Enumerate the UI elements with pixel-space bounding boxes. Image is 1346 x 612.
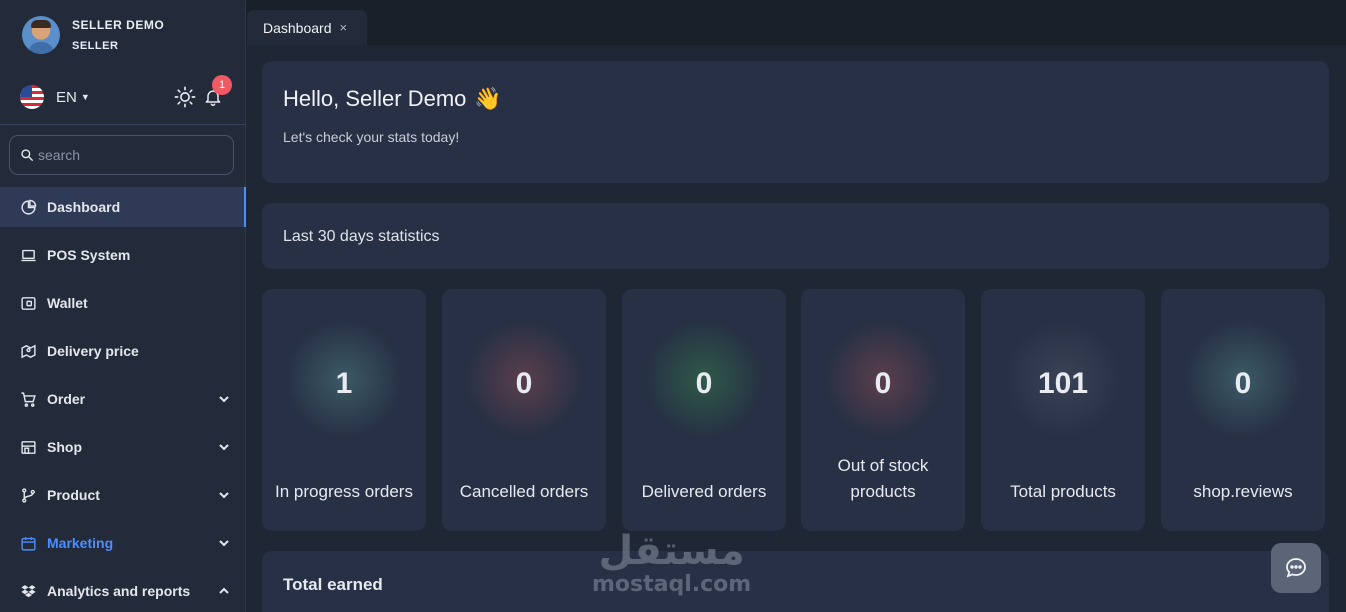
sidebar-item-delivery-price[interactable]: Delivery price (0, 331, 246, 371)
search-input[interactable] (38, 147, 218, 163)
stat-label: In progress orders (275, 482, 413, 501)
tab-dashboard[interactable]: Dashboard × (247, 10, 367, 45)
stat-label: shop.reviews (1193, 482, 1293, 501)
sidebar-item-label: POS System (47, 247, 131, 263)
sidebar-item-wallet[interactable]: Wallet (0, 283, 246, 323)
map-pin-icon (21, 344, 36, 358)
divider (0, 124, 246, 125)
stat-card-out-of-stock[interactable]: 0 Out of stock products (801, 289, 965, 531)
sidebar-item-order[interactable]: Order (0, 379, 246, 419)
stat-value: 1 (335, 367, 353, 400)
sidebar-item-label: Order (47, 391, 86, 407)
laptop-icon (21, 249, 36, 261)
sidebar-item-label: Marketing (47, 535, 114, 551)
user-profile[interactable]: SELLER DEMO SELLER (22, 16, 164, 54)
stat-value: 0 (515, 367, 533, 400)
sidebar-item-label: Shop (47, 439, 82, 455)
chevron-down-icon[interactable] (218, 489, 230, 501)
sidebar-item-marketing[interactable]: Marketing (0, 523, 246, 563)
language-row: EN ▼ 1 (20, 75, 232, 110)
stats-header-card: Last 30 days statistics (262, 203, 1329, 269)
watermark-logo: مستقل mostaql.com (592, 530, 751, 598)
sidebar-item-dashboard[interactable]: Dashboard (0, 187, 246, 227)
chevron-down-icon[interactable] (218, 441, 230, 453)
total-earned-label: Total earned (283, 575, 383, 594)
greeting-card: Hello, Seller Demo 👋 Let's check your sta… (262, 61, 1329, 183)
chevron-up-icon[interactable] (218, 585, 230, 597)
sidebar-item-product[interactable]: Product (0, 475, 246, 515)
cart-icon (21, 391, 36, 407)
stat-card-shop-reviews[interactable]: 0 shop.reviews (1161, 289, 1325, 531)
sidebar-item-label: Analytics and reports (47, 583, 191, 599)
calendar-icon (21, 536, 36, 551)
profile-role: SELLER (72, 40, 119, 52)
stat-label: Total products (1010, 482, 1116, 501)
chat-button[interactable] (1271, 543, 1321, 593)
sidebar-item-analytics-and-reports[interactable]: Analytics and reports (0, 571, 246, 611)
stats-period-label: Last 30 days statistics (283, 228, 440, 245)
sidebar-item-label: Delivery price (47, 343, 139, 359)
chat-bubble-icon (1286, 558, 1306, 578)
sidebar-nav: Dashboard POS System Wallet Delivery pri… (0, 187, 246, 612)
stat-label: Cancelled orders (459, 482, 589, 501)
stat-value: 101 (1037, 367, 1089, 400)
stat-value: 0 (874, 367, 892, 400)
caret-down-icon[interactable]: ▼ (81, 92, 90, 102)
us-flag-icon[interactable] (20, 85, 44, 109)
stat-label: Out of stock products (837, 456, 929, 501)
tab-label: Dashboard (263, 19, 332, 36)
watermark-arabic: مستقل (598, 528, 745, 574)
chevron-down-icon[interactable] (218, 393, 230, 405)
stat-value: 0 (695, 367, 713, 400)
wallet-icon (21, 296, 36, 310)
dropbox-icon (21, 584, 36, 597)
avatar[interactable] (22, 16, 60, 54)
tab-bar: Dashboard × (246, 0, 1346, 45)
total-earned-card: Total earned (262, 551, 1329, 612)
profile-name: SELLER DEMO (72, 18, 165, 32)
chevron-down-icon[interactable] (218, 537, 230, 549)
pie-chart-icon (21, 199, 37, 215)
search-box[interactable] (9, 135, 234, 175)
notification-badge: 1 (212, 75, 232, 95)
stat-card-cancelled[interactable]: 0 Cancelled orders (442, 289, 606, 531)
search-icon (21, 149, 33, 161)
sidebar-item-shop[interactable]: Shop (0, 427, 246, 467)
stat-value: 0 (1234, 367, 1252, 400)
sidebar-item-label: Dashboard (47, 199, 121, 215)
waving-hand-icon: 👋 (474, 86, 502, 111)
sidebar-item-label: Product (47, 487, 100, 503)
sidebar-item-label: Wallet (47, 295, 88, 311)
watermark-latin: mostaql.com (592, 572, 752, 597)
sun-icon[interactable] (174, 86, 196, 108)
sidebar: SELLER DEMO SELLER EN ▼ 1 search Dashboa… (0, 0, 246, 612)
sidebar-item-pos-system[interactable]: POS System (0, 235, 246, 275)
stat-card-total-products[interactable]: 101 Total products (981, 289, 1145, 531)
branch-icon (22, 487, 35, 503)
page-title: Hello, Seller Demo 👋 (283, 86, 502, 111)
stat-card-in-progress[interactable]: 1 In progress orders (262, 289, 426, 531)
greeting-subtitle: Let's check your stats today! (283, 129, 460, 145)
close-icon[interactable]: × (340, 20, 348, 35)
store-icon (21, 440, 36, 454)
stat-label: Delivered orders (641, 482, 767, 501)
language-selector[interactable]: EN (56, 89, 77, 106)
stat-card-delivered[interactable]: 0 Delivered orders (622, 289, 786, 531)
